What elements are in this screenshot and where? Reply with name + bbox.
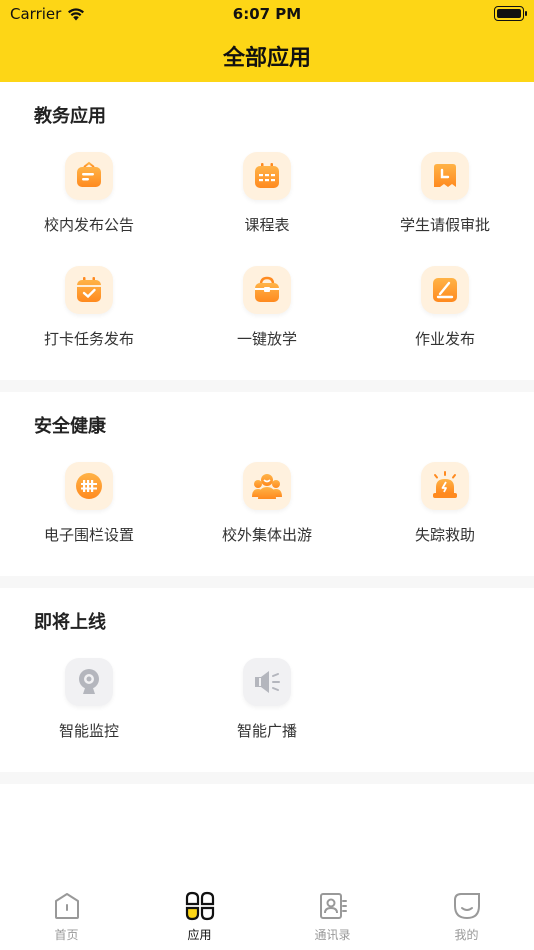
app-schedule[interactable]: 课程表 [178,152,356,252]
tab-label: 应用 [187,928,212,942]
top-bar: Carrier 6:07 PM 全部应用 [0,0,534,82]
tab-label: 通讯录 [314,928,351,942]
app-smart-broadcast[interactable]: 智能广播 [178,658,356,758]
speaker-icon [243,658,291,706]
announcement-icon [65,152,113,200]
app-label: 智能广播 [236,722,297,740]
calendar-icon [243,152,291,200]
tab-home[interactable]: 首页 [0,890,133,943]
app-label: 校外集体出游 [221,526,312,544]
camera-icon [65,658,113,706]
tab-bar: 首页 应用 通讯录 我的 [0,880,534,950]
app-label: 校内发布公告 [43,216,134,234]
app-dismissal[interactable]: 一键放学 [178,266,356,366]
app-label: 学生请假审批 [399,216,490,234]
app-label: 课程表 [244,216,290,234]
app-label: 作业发布 [414,330,475,348]
tab-label: 我的 [454,928,479,942]
section-title: 教务应用 [34,106,106,127]
section-divider [0,772,534,784]
checkin-icon [65,266,113,314]
page-title: 全部应用 [222,46,311,71]
school-bag-icon [243,266,291,314]
contacts-icon [319,893,347,919]
app-label: 一键放学 [236,330,297,348]
app-missing-rescue[interactable]: 失踪救助 [356,462,534,562]
leave-approval-icon [421,152,469,200]
app-label: 失踪救助 [414,526,475,544]
app-checkin[interactable]: 打卡任务发布 [0,266,178,366]
app-label: 电子围栏设置 [43,526,134,544]
section-title: 安全健康 [34,416,106,437]
tab-label: 首页 [54,928,79,942]
section-divider [0,380,534,392]
apps-icon [185,891,214,921]
profile-icon [453,893,480,920]
app-label: 打卡任务发布 [43,330,134,348]
group-outing-icon [243,462,291,510]
app-smart-monitor[interactable]: 智能监控 [0,658,178,758]
app-homework[interactable]: 作业发布 [356,266,534,366]
section-coming-soon: 即将上线 智能监控 智能广播 [0,588,534,772]
tab-apps[interactable]: 应用 [133,890,266,943]
section-title: 即将上线 [34,612,106,633]
app-fence[interactable]: 电子围栏设置 [0,462,178,562]
alarm-icon [421,462,469,510]
app-label: 智能监控 [58,722,119,740]
tab-contacts[interactable]: 通讯录 [266,890,399,943]
section-academic: 教务应用 校内发布公告 课程表 学生请假审批 打卡任务发布 一键放学 作业发布 [0,82,534,380]
app-leave-approval[interactable]: 学生请假审批 [356,152,534,252]
tab-profile[interactable]: 我的 [400,890,533,943]
section-divider [0,576,534,588]
homework-icon [421,266,469,314]
home-icon [54,893,79,919]
fence-icon [65,462,113,510]
battery-icon [494,6,527,21]
status-time: 6:07 PM [232,5,302,23]
app-group-outing[interactable]: 校外集体出游 [178,462,356,562]
section-safety: 安全健康 电子围栏设置 校外集体出游 失踪救助 [0,392,534,576]
status-bar: Carrier 6:07 PM [0,0,534,28]
app-announcement[interactable]: 校内发布公告 [0,152,178,252]
